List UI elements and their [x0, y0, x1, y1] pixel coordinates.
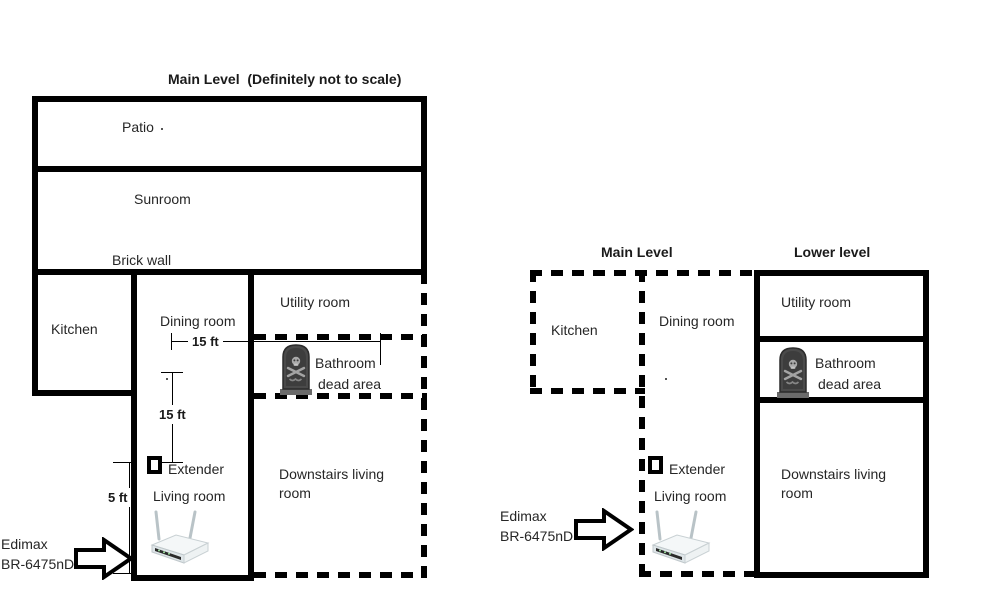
- right-wall-kitchen-left-dashed: [530, 270, 536, 394]
- wifi-router-icon: [651, 510, 711, 564]
- wall-right-dashed: [421, 272, 427, 578]
- wall-bottom-dashed: [254, 572, 427, 578]
- right-label-kitchen: Kitchen: [551, 322, 598, 338]
- extender-icon: [147, 456, 162, 474]
- speck-dot-1: [161, 128, 163, 130]
- label-sunroom: Sunroom: [134, 191, 191, 207]
- label-living-room-left: Living room: [153, 488, 226, 504]
- right-wall-lower-left: [754, 270, 760, 578]
- right-wall-kitchen-bottom-dashed: [530, 388, 645, 394]
- right-wall-main-bottom-dashed: [639, 571, 758, 577]
- wall-right-upper: [421, 96, 427, 278]
- label-utility-room: Utility room: [280, 294, 351, 310]
- label-downstairs-line2: room: [279, 485, 311, 501]
- wall-left-upper: [32, 96, 38, 278]
- wall-kitchen-left: [32, 269, 38, 396]
- label-patio: Patio: [122, 119, 154, 135]
- right-label-edimax-line2: BR-6475nD: [500, 528, 574, 544]
- left-diagram-title: Main Level (Definitely not to scale): [168, 71, 402, 87]
- wifi-router-icon: [150, 510, 210, 564]
- wall-living-bottom: [131, 575, 254, 581]
- dimtick-v5-top: [113, 462, 135, 463]
- speck-dot-2: [166, 378, 168, 380]
- gravestone-icon: [777, 347, 809, 398]
- speck-dot-3: [665, 378, 667, 380]
- right-label-downstairs-line2: room: [781, 485, 813, 501]
- right-wall-utility-bathroom-divider: [754, 336, 929, 342]
- label-bathroom-line2: dead area: [318, 376, 382, 392]
- right-wall-lower-top: [754, 270, 929, 276]
- wall-patio-top: [32, 96, 427, 102]
- label-brick-wall: Brick wall: [112, 252, 172, 268]
- right-diagram-title-main: Main Level: [601, 244, 673, 260]
- label-dining-room: Dining room: [160, 313, 236, 329]
- wall-brick-wall: [32, 269, 427, 275]
- floorplan-canvas: Main Level (Definitely not to scale) Pat…: [0, 0, 1000, 616]
- label-downstairs-line1: Downstairs living: [279, 466, 385, 482]
- label-bathroom-line1: Bathroom: [315, 355, 376, 371]
- wall-bathroom-top-dashed: [254, 334, 427, 340]
- right-arrow-icon: [74, 537, 134, 580]
- right-wall-lower-right: [923, 270, 929, 578]
- wall-living-right: [248, 269, 254, 581]
- label-kitchen: Kitchen: [51, 321, 98, 337]
- dim-label-vertical-15ft: 15 ft: [156, 405, 189, 424]
- gravestone-icon: [280, 344, 312, 395]
- wall-kitchen-right: [131, 269, 137, 396]
- right-arrow-icon: [574, 508, 634, 551]
- extender-icon: [648, 456, 663, 474]
- right-label-utility-room: Utility room: [781, 294, 852, 310]
- label-edimax-line2-left: BR-6475nD: [1, 556, 75, 572]
- dim-label-horizontal-15ft: 15 ft: [188, 334, 223, 349]
- right-label-bathroom-line1: Bathroom: [815, 355, 876, 371]
- dimtick-v15-top: [161, 372, 183, 373]
- wall-patio-sunroom-divider: [32, 166, 427, 172]
- right-label-dining-room: Dining room: [659, 313, 735, 329]
- right-label-extender: Extender: [669, 461, 726, 477]
- right-label-downstairs-line1: Downstairs living: [781, 466, 887, 482]
- dimtick-h-left: [171, 333, 172, 350]
- right-label-edimax-line1: Edimax: [500, 508, 547, 524]
- label-edimax-line1-left: Edimax: [1, 536, 48, 552]
- right-label-bathroom-line2: dead area: [818, 376, 882, 392]
- dimtick-h-right: [380, 333, 381, 365]
- right-wall-lower-bottom: [754, 572, 929, 578]
- right-diagram-title-lower: Lower level: [794, 244, 871, 260]
- label-extender-left: Extender: [168, 461, 225, 477]
- right-label-living-room: Living room: [654, 488, 727, 504]
- dim-label-vertical-5ft: 5 ft: [106, 488, 130, 507]
- wall-kitchen-bottom: [32, 390, 137, 396]
